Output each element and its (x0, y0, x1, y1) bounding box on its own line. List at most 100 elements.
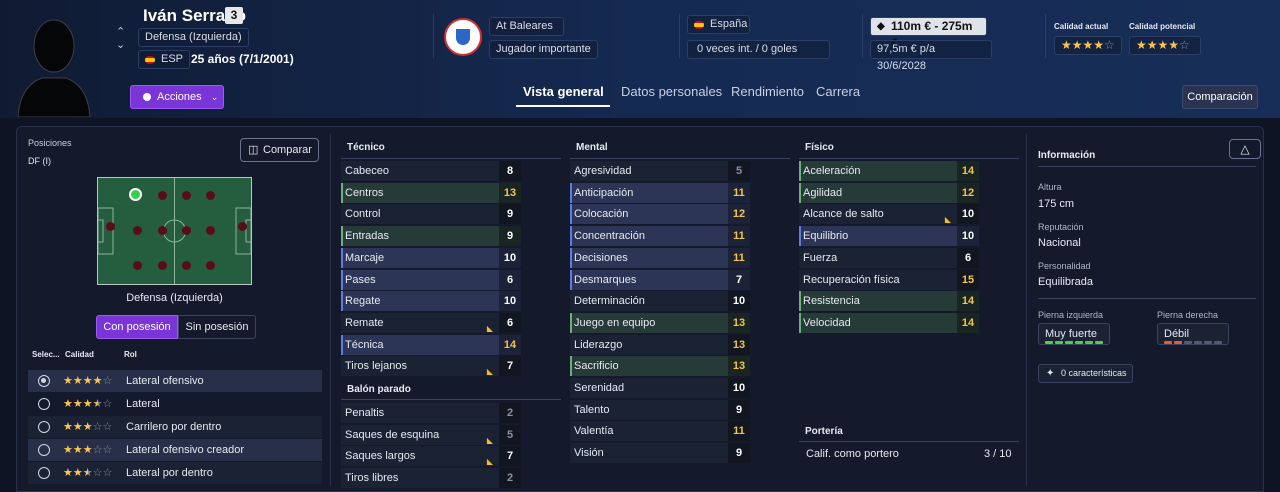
natural-position-dot[interactable] (129, 188, 142, 201)
role-row[interactable]: ★★★★☆ Lateral (28, 393, 322, 415)
position-dot[interactable] (182, 191, 191, 200)
compare-button[interactable]: ◫ Comparar (240, 138, 319, 162)
attribute-row[interactable]: Concentración 11 (570, 226, 750, 247)
previous-player-icon[interactable]: ⌃ (116, 25, 125, 38)
attribute-row[interactable]: Decisiones 11 (570, 247, 750, 268)
position-dot[interactable] (133, 261, 142, 270)
attribute-value: 9 (728, 443, 750, 464)
attribute-row[interactable]: Remate ◣ 6 (341, 312, 521, 333)
role-row[interactable]: ★★★☆☆ Carrilero por dentro (28, 416, 322, 438)
attribute-row[interactable]: Técnica 14 (341, 334, 521, 355)
attribute-name: Colocación (574, 208, 629, 221)
role-row[interactable]: ★★★★☆ Lateral ofensivo (28, 370, 322, 392)
attribute-row[interactable]: Velocidad 14 (799, 312, 979, 333)
position-dot[interactable] (206, 191, 215, 200)
attribute-row[interactable]: Juego en equipo 13 (570, 312, 750, 333)
attribute-row[interactable]: Tiros lejanos ◣ 7 (341, 356, 521, 377)
position-dot[interactable] (158, 191, 167, 200)
attribute-row[interactable]: Recuperación física 15 (799, 269, 979, 290)
next-player-icon[interactable]: ⌄ (116, 38, 125, 51)
personality-label: Personalidad (1038, 261, 1091, 271)
attribute-row[interactable]: Desmarques 7 (570, 269, 750, 290)
tab-performance[interactable]: Rendimiento (731, 84, 804, 99)
attribute-row[interactable]: Colocación 12 (570, 204, 750, 225)
compare-icon: ◫ (248, 144, 259, 156)
position-dot[interactable] (106, 222, 115, 231)
divider (1038, 298, 1256, 299)
tab-career[interactable]: Carrera (816, 84, 860, 99)
role-stars: ★★★★☆ (63, 375, 113, 387)
tab-out-of-possession[interactable]: Sin posesión (178, 315, 256, 339)
attribute-row[interactable]: Regate 10 (341, 291, 521, 312)
attribute-row[interactable]: Valentía 11 (570, 421, 750, 442)
attribute-value: 13 (499, 182, 521, 203)
club-crest-icon[interactable] (444, 18, 482, 56)
info-settings-icon[interactable]: △ (1229, 139, 1261, 159)
attribute-row[interactable]: Saques de esquina ◣ 5 (341, 424, 521, 445)
attribute-row[interactable]: Liderazgo 13 (570, 334, 750, 355)
attribute-row[interactable]: Control 9 (341, 204, 521, 225)
position-dot[interactable] (238, 222, 247, 231)
tab-in-possession[interactable]: Con posesión (96, 315, 178, 339)
attribute-row[interactable]: Pases 6 (341, 269, 521, 290)
role-radio[interactable] (38, 398, 50, 410)
attribute-row[interactable]: Agilidad 12 (799, 182, 979, 203)
attribute-row[interactable]: Talento 9 (570, 399, 750, 420)
attribute-row[interactable]: Centros 13 (341, 182, 521, 203)
left-foot-value: Muy fuerte (1045, 328, 1097, 340)
attribute-row[interactable]: Alcance de salto ◣ 10 (799, 204, 979, 225)
traits-button[interactable]: ✦ 0 características (1038, 364, 1133, 383)
attribute-value: 14 (957, 291, 979, 312)
attribute-name: Concentración (574, 230, 645, 243)
attribute-row[interactable]: Equilibrio 10 (799, 226, 979, 247)
comparison-button[interactable]: Comparación (1182, 85, 1258, 109)
attribute-row[interactable]: Anticipación 11 (570, 182, 750, 203)
attribute-row[interactable]: Cabeceo 8 (341, 161, 521, 181)
attribute-row[interactable]: Determinación 10 (570, 291, 750, 312)
role-row[interactable]: ★★★☆☆ Lateral ofensivo creador (28, 439, 322, 461)
tab-personal-data[interactable]: Datos personales (621, 84, 722, 99)
attribute-row[interactable]: Aceleración 14 (799, 161, 979, 181)
divider (570, 158, 790, 159)
attribute-row[interactable]: Fuerza 6 (799, 247, 979, 268)
role-radio[interactable] (38, 467, 50, 479)
attribute-value: 11 (728, 226, 750, 247)
position-dot[interactable] (206, 261, 215, 270)
roles-header-quality: Calidad (65, 350, 94, 359)
nationality-chip[interactable]: ESP (138, 50, 191, 69)
tab-overview[interactable]: Vista general (523, 84, 604, 99)
role-row[interactable]: ★★★☆☆ Lateral por dentro (28, 462, 322, 484)
divider (341, 399, 561, 400)
position-dot[interactable] (158, 226, 167, 235)
nation-chip[interactable]: España (687, 15, 750, 34)
attribute-row[interactable]: Entradas 9 (341, 226, 521, 247)
attribute-value: 6 (499, 312, 521, 333)
role-radio[interactable] (38, 444, 50, 456)
attribute-name: Anticipación (574, 186, 634, 199)
attribute-name: Penaltis (345, 407, 385, 419)
attribute-row[interactable]: Tiros libres 2 (341, 468, 521, 489)
actions-button[interactable]: Acciones ⌄ (130, 85, 224, 109)
position-dot[interactable] (133, 226, 142, 235)
club-name-chip[interactable]: At Baleares (489, 17, 564, 36)
role-radio[interactable] (38, 421, 50, 433)
attribute-row[interactable]: Agresividad 5 (570, 161, 750, 181)
attribute-name: Recuperación física (803, 273, 900, 286)
position-dot[interactable] (182, 226, 191, 235)
attribute-row[interactable]: Resistencia 14 (799, 291, 979, 312)
contract-chip: 97,5m € p/a 30/6/2028 (870, 40, 992, 72)
position-dot[interactable] (158, 261, 167, 270)
position-dot[interactable] (206, 226, 215, 235)
attribute-row[interactable]: Visión 9 (570, 443, 750, 464)
attribute-row[interactable]: Sacrificio 13 (570, 356, 750, 377)
attribute-row[interactable]: Penaltis 2 (341, 403, 521, 423)
role-name: Carrilero por dentro (126, 421, 222, 433)
attribute-row[interactable]: Marcaje 10 (341, 247, 521, 268)
attribute-row[interactable]: Saques largos ◣ 7 (341, 446, 521, 467)
position-dot[interactable] (182, 261, 191, 270)
divider (862, 14, 863, 58)
left-foot-bar (1045, 340, 1105, 344)
attribute-name: Fuerza (803, 251, 838, 264)
role-radio-selected[interactable] (38, 375, 50, 387)
attribute-row[interactable]: Serenidad 10 (570, 378, 750, 398)
